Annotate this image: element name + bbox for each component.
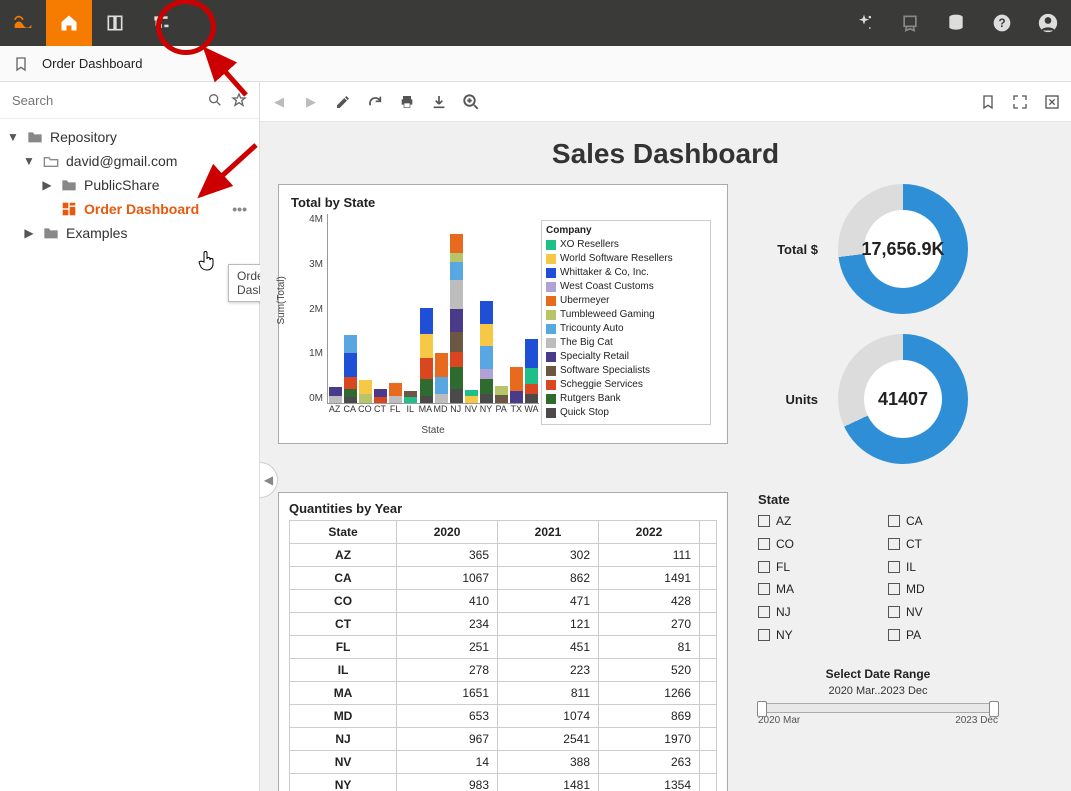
chart-total-by-state: Total by State 4M3M2M1M0M Sum(Total) AZC… (278, 184, 728, 444)
more-icon[interactable]: ••• (226, 201, 253, 217)
fullscreen-icon[interactable] (1011, 93, 1029, 111)
x-axis: AZCACOCTFLILMAMDNJNVNYPATXWA (327, 404, 539, 424)
repository-tree: ▼ Repository ▼ david@gmail.com ▶ PublicS… (0, 119, 259, 251)
search-bar (0, 82, 259, 119)
donut-total: Total $ 17,656.9K (758, 184, 968, 314)
table-quantities-by-year: Quantities by Year State202020212022AZ36… (278, 492, 728, 791)
content-area: ◀ ▶ ◀ Sales Dashboard Total by State (260, 82, 1071, 791)
donut-units: Units 41407 (758, 334, 968, 464)
filter-check-IL[interactable]: IL (888, 558, 998, 575)
next-icon[interactable]: ▶ (302, 93, 320, 111)
tree-order-dashboard[interactable]: Order Dashboard ••• (0, 197, 259, 221)
filter-panel: State AZCACOCTFLILMAMDNJNVNYPA Select Da… (758, 492, 998, 726)
folder-icon (60, 178, 78, 192)
tree-examples[interactable]: ▶ Examples (0, 221, 259, 245)
filter-check-CO[interactable]: CO (758, 536, 868, 553)
filter-check-CA[interactable]: CA (888, 513, 998, 530)
filter-check-AZ[interactable]: AZ (758, 513, 868, 530)
prev-icon[interactable]: ◀ (270, 93, 288, 111)
svg-text:?: ? (998, 17, 1005, 30)
close-icon[interactable] (1043, 93, 1061, 111)
sidebar: ▼ Repository ▼ david@gmail.com ▶ PublicS… (0, 82, 260, 791)
bookmark-icon[interactable] (12, 55, 30, 73)
brand-logo-icon[interactable] (0, 0, 46, 46)
search-input[interactable] (8, 89, 203, 112)
chart-legend: Company XO ResellersWorld Software Resel… (541, 220, 711, 425)
breadcrumb-title: Order Dashboard (42, 56, 142, 71)
cursor-icon (198, 250, 216, 275)
chart-bars (328, 214, 539, 403)
tree-publicshare[interactable]: ▶ PublicShare (0, 173, 259, 197)
user-icon[interactable] (1025, 0, 1071, 46)
filter-check-FL[interactable]: FL (758, 558, 868, 575)
edit-icon[interactable] (334, 93, 352, 111)
filter-check-MA[interactable]: MA (758, 581, 868, 598)
filter-check-NY[interactable]: NY (758, 626, 868, 643)
filter-check-CT[interactable]: CT (888, 536, 998, 553)
download-icon[interactable] (430, 93, 448, 111)
hierarchy-button[interactable] (138, 0, 184, 46)
help-icon[interactable]: ? (979, 0, 1025, 46)
dashboard-icon (60, 202, 78, 216)
database-icon[interactable] (933, 0, 979, 46)
home-button[interactable] (46, 0, 92, 46)
filter-check-PA[interactable]: PA (888, 626, 998, 643)
content-toolbar: ◀ ▶ (260, 82, 1071, 122)
refresh-icon[interactable] (366, 93, 384, 111)
folder-icon (42, 226, 60, 240)
sparkle-icon[interactable] (841, 0, 887, 46)
top-nav: ? (0, 0, 1071, 46)
star-icon[interactable] (227, 88, 251, 112)
slider-thumb-left[interactable] (757, 701, 767, 717)
y-axis: 4M3M2M1M0M (291, 214, 325, 404)
bookmark-icon[interactable] (979, 93, 997, 111)
print-icon[interactable] (398, 93, 416, 111)
breadcrumb: Order Dashboard (0, 46, 1071, 82)
zoom-icon[interactable] (462, 93, 480, 111)
search-icon[interactable] (203, 88, 227, 112)
filter-check-MD[interactable]: MD (888, 581, 998, 598)
dashboard-title: Sales Dashboard (278, 138, 1053, 170)
date-range-slider[interactable] (758, 703, 998, 713)
tree-user-folder[interactable]: ▼ david@gmail.com (0, 149, 259, 173)
badge-icon[interactable] (887, 0, 933, 46)
tree-repository[interactable]: ▼ Repository (0, 125, 259, 149)
slider-thumb-right[interactable] (989, 701, 999, 717)
folder-icon (26, 130, 44, 144)
folder-open-icon (42, 154, 60, 168)
filter-check-NJ[interactable]: NJ (758, 604, 868, 621)
book-button[interactable] (92, 0, 138, 46)
filter-check-NV[interactable]: NV (888, 604, 998, 621)
